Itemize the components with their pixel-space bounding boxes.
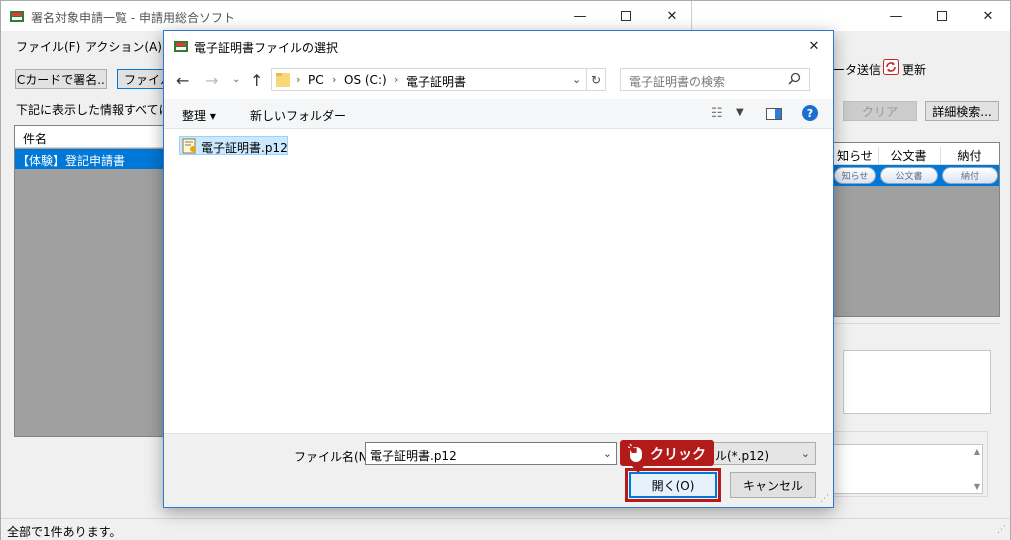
clear-button: クリア	[843, 101, 917, 121]
app-icon	[173, 38, 189, 54]
close-icon: ✕	[808, 38, 820, 54]
search-input[interactable]: 電子証明書の検索	[629, 73, 725, 90]
dialog-title-bar: 電子証明書ファイルの選択 ✕	[164, 31, 833, 61]
new-folder-button[interactable]: 新しいフォルダー	[250, 107, 346, 124]
help-icon[interactable]: ?	[802, 105, 818, 121]
dialog-close-button[interactable]: ✕	[796, 31, 832, 61]
chevron-down-icon[interactable]: ▼	[736, 107, 744, 118]
breadcrumb-sep: ›	[332, 73, 337, 86]
breadcrumb-sep: ›	[296, 73, 301, 86]
recent-locations-icon[interactable]: ⌄	[232, 74, 240, 85]
col-official-doc[interactable]: 公文書	[878, 147, 938, 164]
maximize-icon	[621, 11, 631, 21]
breadcrumb-sep: ›	[394, 73, 399, 86]
window-separator	[691, 1, 692, 31]
minimize-button[interactable]: —	[557, 1, 603, 31]
close-icon: ✕	[666, 8, 678, 24]
chevron-down-icon: ⌄	[800, 447, 810, 460]
close-icon: ✕	[982, 8, 994, 24]
click-callout-label: クリック	[650, 447, 706, 463]
preview-pane-icon[interactable]	[766, 108, 782, 120]
message-text-area[interactable]: ▲ ▼	[833, 444, 983, 494]
refresh-icon[interactable]	[883, 59, 899, 75]
status-text: 全部で1件あります。	[7, 525, 122, 539]
view-options-icon[interactable]: ☷	[711, 106, 723, 121]
menu-action[interactable]: アクション(A)	[85, 38, 162, 55]
breadcrumb-pc[interactable]: PC	[308, 73, 324, 87]
search-box[interactable]: 電子証明書の検索	[620, 68, 810, 91]
minimize-icon: —	[889, 8, 903, 24]
back-arrow-icon[interactable]: ←	[176, 71, 189, 90]
file-list: 電子証明書.p12	[164, 130, 833, 433]
refresh-label[interactable]: 更新	[902, 61, 926, 78]
list-item[interactable]: 【体験】登記申請書	[15, 149, 168, 169]
mouse-click-icon	[627, 443, 644, 463]
file-dialog: 電子証明書ファイルの選択 ✕ ← → ⌄ ↑ › PC › OS (C:) › …	[163, 30, 834, 508]
right-minimize-button[interactable]: —	[873, 1, 919, 31]
refresh-button[interactable]: ↻	[586, 68, 606, 91]
scroll-down-icon[interactable]: ▼	[974, 482, 980, 491]
minimize-icon: —	[573, 8, 587, 24]
certificate-file-icon	[182, 138, 198, 154]
breadcrumb[interactable]: › PC › OS (C:) › 電子証明書 ⌄	[271, 68, 606, 91]
command-bar: 整理 ▾ 新しいフォルダー ☷ ▼ ?	[164, 99, 833, 129]
message-group: ▲ ▼	[833, 431, 988, 497]
detail-text-area[interactable]	[843, 350, 991, 414]
col-notice[interactable]: 知らせ	[834, 147, 876, 164]
folder-icon	[276, 72, 290, 87]
up-arrow-icon[interactable]: ↑	[250, 71, 263, 90]
app-icon	[9, 8, 25, 24]
dialog-title: 電子証明書ファイルの選択	[194, 41, 339, 55]
main-window-title: 署名対象申請一覧 - 申請用総合ソフト	[31, 11, 235, 25]
breadcrumb-drive[interactable]: OS (C:)	[344, 73, 387, 87]
scroll-up-icon[interactable]: ▲	[974, 447, 980, 456]
status-bar: 全部で1件あります。 ⋰	[1, 518, 1010, 540]
click-callout: クリック	[620, 440, 714, 466]
file-sign-button[interactable]: ファイルで	[117, 69, 169, 89]
ic-sign-button[interactable]: ICカードで署名...	[15, 69, 107, 89]
chevron-down-icon[interactable]: ⌄	[603, 447, 612, 460]
list-header-label: 件名	[23, 132, 48, 146]
application-list: 件名 【体験】登記申請書	[14, 125, 169, 437]
right-close-button[interactable]: ✕	[965, 1, 1011, 31]
breadcrumb-folder[interactable]: 電子証明書	[406, 73, 466, 90]
detail-group	[833, 323, 1000, 427]
list-item[interactable]: 電子証明書.p12	[179, 136, 288, 155]
maximize-icon	[937, 11, 947, 21]
detail-search-button[interactable]: 詳細検索...	[925, 101, 999, 121]
notice-table-header: 知らせ 公文書 納付	[834, 143, 999, 165]
search-icon	[788, 72, 801, 85]
table-row: 知らせ 公文書 納付	[834, 165, 999, 186]
resize-grip-icon[interactable]: ⋰	[997, 525, 1006, 535]
filetype-value: ル(*.p12)	[715, 449, 770, 463]
refresh-icon: ↻	[590, 72, 602, 87]
open-button[interactable]: 開く(O)	[629, 472, 717, 498]
filename-field[interactable]: 電子証明書.p12 ⌄	[365, 442, 617, 465]
payment-row-button[interactable]: 納付	[942, 167, 998, 184]
data-send-label[interactable]: ータ送信	[833, 61, 881, 78]
menu-file[interactable]: ファイル(F)	[16, 38, 80, 55]
right-maximize-button[interactable]	[919, 1, 965, 31]
main-title-bar: 署名対象申請一覧 - 申請用総合ソフト — ✕ — ✕	[1, 1, 1010, 31]
notice-row-button[interactable]: 知らせ	[834, 167, 876, 184]
cancel-button[interactable]: キャンセル	[730, 472, 816, 498]
list-item-label: 【体験】登記申請書	[17, 154, 126, 168]
forward-arrow-icon[interactable]: →	[205, 71, 218, 90]
dialog-bottom: ファイル名(N): 電子証明書.p12 ⌄ ル(*.p12) ⌄ 開く(O) キ…	[164, 433, 833, 507]
organize-button[interactable]: 整理 ▾	[182, 107, 216, 124]
info-text: 下記に表示した情報すべてに署	[16, 103, 183, 117]
official-doc-row-button[interactable]: 公文書	[880, 167, 938, 184]
notice-table: 知らせ 公文書 納付 知らせ 公文書 納付	[833, 142, 1000, 317]
click-callout-pointer	[632, 466, 644, 473]
chevron-down-icon[interactable]: ⌄	[572, 73, 581, 86]
resize-grip-icon[interactable]: ⋰	[820, 494, 829, 504]
file-name: 電子証明書.p12	[201, 141, 288, 155]
list-header[interactable]: 件名	[15, 126, 168, 148]
maximize-button[interactable]	[603, 1, 649, 31]
col-payment[interactable]: 納付	[940, 147, 998, 164]
filename-input[interactable]: 電子証明書.p12	[370, 447, 457, 464]
close-button[interactable]: ✕	[649, 1, 695, 31]
